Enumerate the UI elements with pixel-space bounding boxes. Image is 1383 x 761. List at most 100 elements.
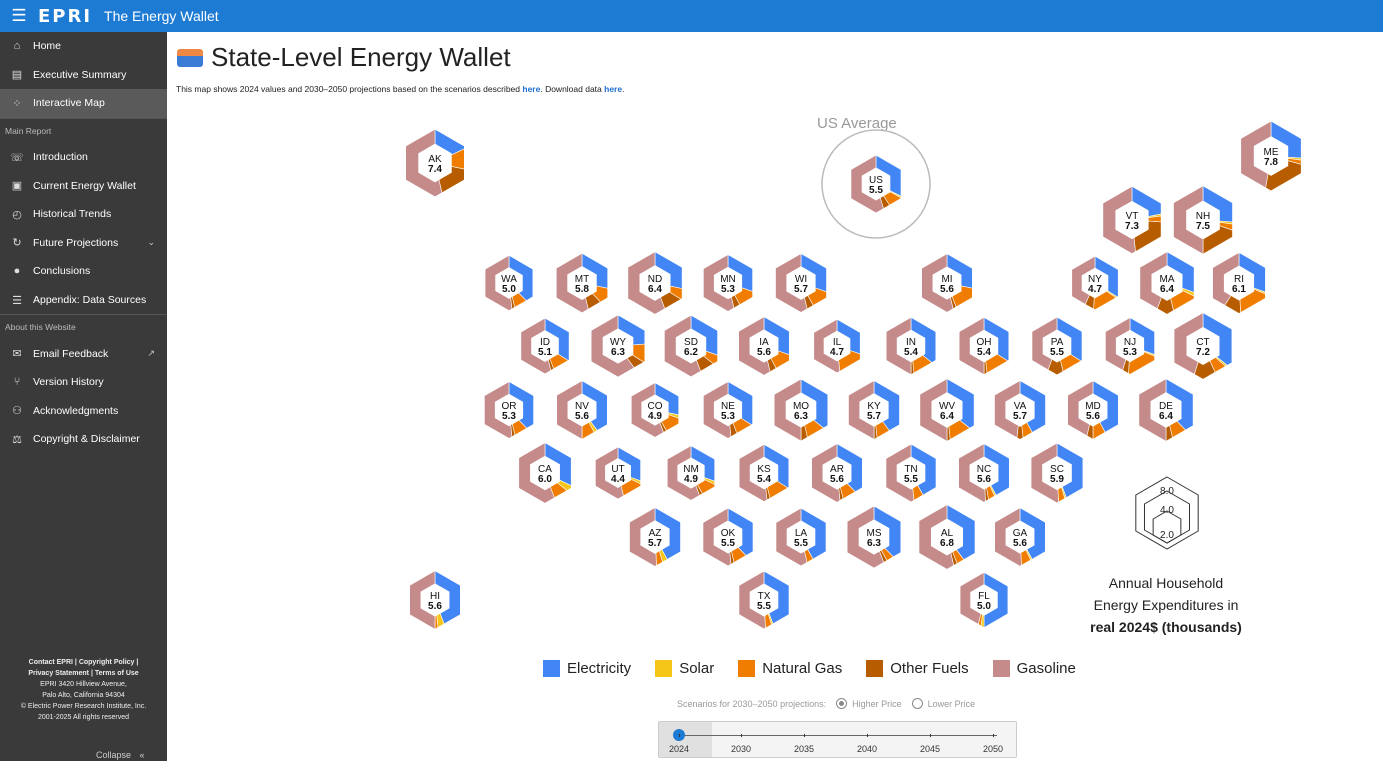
sidebar-item-executive-summary[interactable]: ▤ Executive Summary bbox=[0, 61, 167, 90]
state-hex-ia[interactable]: IA5.6 bbox=[738, 316, 790, 376]
state-hex-ks[interactable]: KS5.4 bbox=[738, 443, 790, 502]
state-hex-ca[interactable]: CA6.0 bbox=[518, 442, 572, 504]
state-hex-ma[interactable]: MA6.4 bbox=[1139, 251, 1195, 315]
state-hex-mt[interactable]: MT5.8 bbox=[556, 252, 608, 314]
state-hex-ky[interactable]: KY5.7 bbox=[848, 380, 900, 440]
state-hex-ar[interactable]: AR5.6 bbox=[811, 443, 863, 503]
sidebar-item-copyright-disclaimer[interactable]: ⚖ Copyright & Disclaimer bbox=[0, 425, 167, 454]
state-hex-nh[interactable]: NH7.5 bbox=[1173, 185, 1233, 255]
legend-item-natural-gas[interactable]: Natural Gas bbox=[738, 660, 842, 677]
legend-item-other-fuels[interactable]: Other Fuels bbox=[866, 660, 969, 677]
state-hex-vt[interactable]: VT7.3 bbox=[1102, 185, 1162, 254]
state-hex-mn[interactable]: MN5.3 bbox=[703, 254, 753, 312]
legend-item-electricity[interactable]: Electricity bbox=[543, 660, 631, 677]
scenario-selector: Scenarios for 2030–2050 projections: Hig… bbox=[677, 698, 975, 709]
epri-logo[interactable]: EPRI bbox=[38, 6, 92, 27]
state-hex-mo[interactable]: MO6.3 bbox=[773, 378, 829, 442]
collapse-button[interactable]: Collapse « bbox=[96, 750, 145, 760]
state-hex-or[interactable]: OR5.3 bbox=[484, 381, 534, 439]
state-hex-nc[interactable]: NC5.6 bbox=[958, 443, 1010, 503]
state-hex-fl[interactable]: FL5.0 bbox=[959, 571, 1009, 629]
nav-main-group: ☏ Introduction ▣ Current Energy Wallet ◴ Hist… bbox=[0, 143, 167, 315]
app-title[interactable]: The Energy Wallet bbox=[104, 8, 219, 24]
year-tick-2050[interactable]: 2050 bbox=[983, 744, 1003, 754]
state-hex-tn[interactable]: TN5.5 bbox=[885, 443, 937, 503]
year-tick-2045[interactable]: 2045 bbox=[920, 744, 940, 754]
year-tick-2030[interactable]: 2030 bbox=[731, 744, 751, 754]
state-hex-us[interactable]: US5.5 bbox=[850, 154, 902, 214]
sidebar-item-conclusions[interactable]: ● Conclusions bbox=[0, 257, 167, 286]
state-hex-de[interactable]: DE6.4 bbox=[1138, 378, 1194, 442]
menu-icon[interactable]: ☰ bbox=[6, 6, 32, 26]
state-hex-ak[interactable]: AK7.4 bbox=[405, 128, 465, 198]
year-slider[interactable]: 2024 2030 2035 2040 2045 2050 bbox=[658, 721, 1017, 758]
state-hex-wa[interactable]: WA5.0 bbox=[484, 254, 534, 311]
legend-swatch bbox=[992, 660, 1010, 677]
state-hex-nv[interactable]: NV5.6 bbox=[556, 380, 608, 440]
state-hex-il[interactable]: IL4.7 bbox=[813, 318, 861, 374]
state-value: 6.4 bbox=[940, 411, 954, 422]
lower-price-radio[interactable] bbox=[911, 698, 923, 709]
state-hex-va[interactable]: VA5.7 bbox=[994, 380, 1046, 440]
state-hex-wy[interactable]: WY6.3 bbox=[590, 314, 646, 378]
state-hex-md[interactable]: MD5.6 bbox=[1067, 380, 1119, 440]
state-hex-nm[interactable]: NM4.9 bbox=[667, 445, 715, 501]
sidebar-item-historical-trends[interactable]: ◴ Historical Trends bbox=[0, 200, 167, 229]
state-hex-nj[interactable]: NJ5.3 bbox=[1105, 317, 1155, 375]
year-tick-2035[interactable]: 2035 bbox=[794, 744, 814, 754]
footer-links-2[interactable]: Privacy Statement | Terms of Use bbox=[28, 670, 138, 677]
sidebar-item-interactive-map[interactable]: ⁘ Interactive Map bbox=[0, 89, 167, 118]
state-hex-co[interactable]: CO4.9 bbox=[631, 382, 679, 438]
sidebar-item-introduction[interactable]: ☏ Introduction bbox=[0, 143, 167, 172]
footer-links-1[interactable]: Contact EPRI | Copyright Policy | bbox=[29, 659, 139, 666]
scale-caption-line2: Energy Expenditures in bbox=[1093, 597, 1239, 613]
year-tick-2040[interactable]: 2040 bbox=[857, 744, 877, 754]
state-hex-al[interactable]: AL6.8 bbox=[918, 504, 976, 570]
state-hex-id[interactable]: ID5.1 bbox=[520, 317, 570, 375]
state-hex-mi[interactable]: MI5.6 bbox=[921, 253, 973, 313]
scale-caption: Annual Household Energy Expenditures in … bbox=[1076, 572, 1256, 638]
sidebar-item-future-projections[interactable]: ↻ Future Projections ⌄ bbox=[0, 229, 167, 258]
state-value: 5.3 bbox=[721, 284, 735, 295]
state-hex-sd[interactable]: SD6.2 bbox=[664, 314, 718, 378]
state-hex-me[interactable]: ME7.8 bbox=[1240, 120, 1302, 192]
state-value: 5.5 bbox=[794, 538, 808, 549]
state-hex-ms[interactable]: MS6.3 bbox=[846, 505, 902, 569]
state-value: 4.9 bbox=[684, 474, 698, 485]
state-hex-tx[interactable]: TX5.5 bbox=[738, 570, 790, 630]
state-hex-ut[interactable]: UT4.4 bbox=[595, 446, 641, 500]
state-hex-in[interactable]: IN5.4 bbox=[885, 316, 937, 376]
state-hex-ri[interactable]: RI6.1 bbox=[1212, 251, 1266, 314]
sidebar-item-email-feedback[interactable]: ✉ Email Feedback ↗ bbox=[0, 339, 167, 368]
higher-price-label[interactable]: Higher Price bbox=[852, 699, 902, 709]
state-value: 5.3 bbox=[502, 411, 516, 422]
state-hex-hi[interactable]: HI5.6 bbox=[409, 570, 461, 630]
state-hex-ok[interactable]: OK5.5 bbox=[702, 507, 754, 567]
sidebar-item-acknowledgments[interactable]: ⚇ Acknowledgments bbox=[0, 397, 167, 426]
state-hex-ct[interactable]: CT7.2 bbox=[1173, 312, 1233, 380]
sidebar-item-home[interactable]: ⌂ Home bbox=[0, 32, 167, 61]
slider-track[interactable] bbox=[679, 735, 997, 736]
state-hex-wv[interactable]: WV6.4 bbox=[919, 378, 975, 442]
sidebar-item-label: Home bbox=[33, 40, 62, 53]
year-tick-2024[interactable]: 2024 bbox=[669, 744, 689, 754]
higher-price-radio[interactable] bbox=[836, 698, 848, 709]
lower-price-label[interactable]: Lower Price bbox=[928, 699, 976, 709]
state-hex-oh[interactable]: OH5.4 bbox=[958, 316, 1010, 376]
state-hex-ny[interactable]: NY4.7 bbox=[1071, 255, 1119, 311]
state-hex-sc[interactable]: SC5.9 bbox=[1030, 442, 1084, 504]
state-hex-az[interactable]: AZ5.7 bbox=[629, 507, 681, 567]
sidebar-item-version-history[interactable]: ⑂ Version History bbox=[0, 368, 167, 397]
legend-item-gasoline[interactable]: Gasoline bbox=[992, 660, 1076, 677]
legend-item-solar[interactable]: Solar bbox=[655, 660, 714, 677]
state-hex-ne[interactable]: NE5.3 bbox=[703, 381, 753, 439]
state-hex-pa[interactable]: PA5.5 bbox=[1031, 316, 1083, 376]
state-hex-nd[interactable]: ND6.4 bbox=[627, 251, 683, 315]
scale-value-label: 2.0 bbox=[1160, 530, 1174, 541]
sidebar-item-appendix-data-sources[interactable]: ☰ Appendix: Data Sources bbox=[0, 286, 167, 315]
state-value: 5.4 bbox=[904, 347, 918, 358]
state-hex-wi[interactable]: WI5.7 bbox=[775, 253, 827, 313]
state-hex-la[interactable]: LA5.5 bbox=[775, 507, 827, 567]
sidebar-item-current-energy-wallet[interactable]: ▣ Current Energy Wallet bbox=[0, 171, 167, 200]
state-hex-ga[interactable]: GA5.6 bbox=[994, 507, 1046, 567]
